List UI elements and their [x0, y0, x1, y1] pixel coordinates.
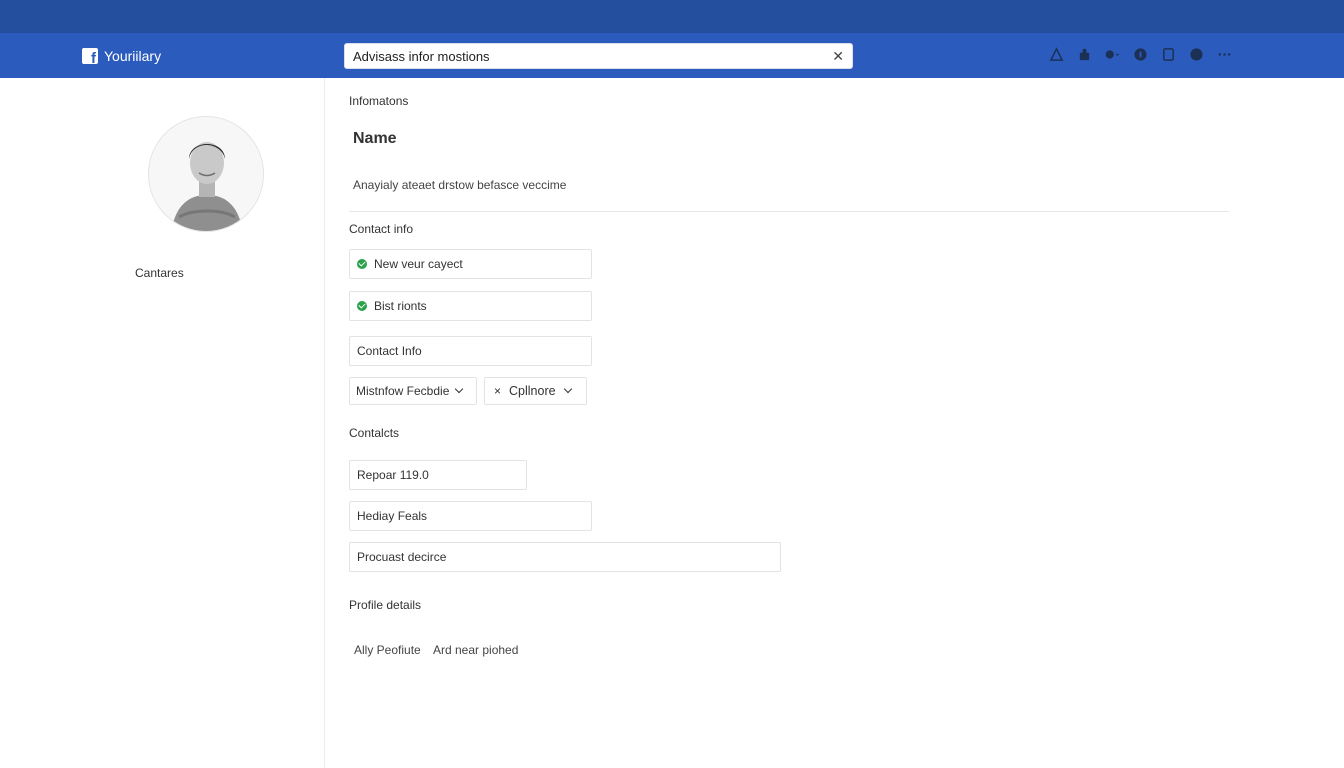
- chevron-down-icon: [455, 384, 464, 394]
- check-circle-icon: [357, 259, 367, 269]
- divider: [349, 211, 1229, 212]
- contact-field-text: Bist rionts: [374, 299, 427, 313]
- profile-description: Anayialy ateaet drstow befasce veccime: [353, 178, 567, 192]
- clipboard-icon[interactable]: [1161, 47, 1176, 62]
- thumbs-icon[interactable]: [1077, 47, 1092, 62]
- contacts-field[interactable]: Procuast decirce: [349, 542, 781, 572]
- notification-icon[interactable]: [1189, 47, 1204, 62]
- section-title: Infomatons: [349, 94, 409, 108]
- contact-info-input[interactable]: Contact Info: [349, 336, 592, 366]
- contacts-field-value: Procuast decirce: [357, 550, 447, 564]
- check-circle-icon: [357, 301, 367, 311]
- contacts-field-value: Hediay Feals: [357, 509, 428, 523]
- profile-details-label: Profile details: [349, 598, 422, 612]
- facebook-logo-icon: [82, 48, 98, 67]
- contacts-field-value: Repoar 119.0: [357, 468, 429, 482]
- name-heading: Name: [353, 130, 397, 147]
- contact-field[interactable]: Bist rionts: [349, 291, 592, 321]
- contacts-label: Contalcts: [349, 426, 400, 440]
- dropdown-select[interactable]: × Cpllnore: [484, 377, 587, 405]
- clear-search-icon[interactable]: ✕: [832, 48, 844, 65]
- brand-name: Youriilary: [104, 48, 162, 64]
- top-strip: [0, 0, 1344, 33]
- close-icon[interactable]: ×: [494, 384, 501, 398]
- brand[interactable]: Youriilary: [82, 48, 162, 67]
- profile-link[interactable]: Ally Peofiute: [354, 643, 421, 657]
- more-icon[interactable]: [1217, 47, 1232, 62]
- chevron-down-icon: [563, 384, 572, 394]
- navbar-icons: [1049, 47, 1232, 62]
- search-input[interactable]: [345, 44, 815, 68]
- dropdown-label: Mistnfow Fecbdie: [356, 384, 450, 398]
- contacts-field[interactable]: Hediay Feals: [349, 501, 592, 531]
- contact-info-placeholder: Contact Info: [357, 344, 422, 358]
- alert-icon[interactable]: [1049, 47, 1064, 62]
- contacts-field[interactable]: Repoar 119.0: [349, 460, 527, 490]
- dropdown-label: Cpllnore: [509, 384, 556, 398]
- top-navbar: Youriilary ✕: [0, 33, 1344, 78]
- sidebar-profile-label[interactable]: Cantares: [135, 266, 184, 280]
- contact-info-label: Contact info: [349, 222, 414, 236]
- profile-avatar[interactable]: [148, 116, 264, 232]
- contact-field-text: New veur cayect: [374, 257, 463, 271]
- main-content: Infomatons Name Anayialy ateaet drstow b…: [325, 78, 1344, 768]
- avatar-person-icon: [149, 117, 263, 231]
- help-icon[interactable]: [1133, 47, 1148, 62]
- search-bar: ✕: [344, 43, 853, 69]
- dropdown-select[interactable]: Mistnfow Fecbdie: [349, 377, 477, 405]
- profile-link[interactable]: Ard near piohed: [433, 643, 518, 657]
- chat-icon[interactable]: [1105, 47, 1120, 62]
- contact-field[interactable]: New veur cayect: [349, 249, 592, 279]
